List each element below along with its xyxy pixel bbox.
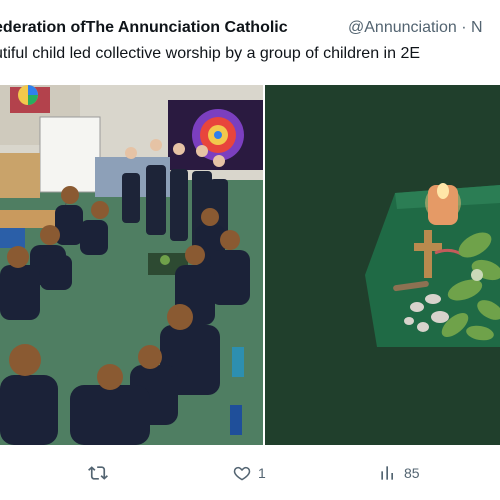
like-count: 1 xyxy=(258,465,266,481)
views-icon xyxy=(381,466,393,480)
author-handle[interactable]: @Annunciation · N xyxy=(348,16,483,40)
author-name[interactable]: ederation ofThe Annunciation Catholic xyxy=(0,16,288,40)
tweet-text: utiful child led collective worship by a… xyxy=(0,42,500,66)
retweet-button[interactable] xyxy=(88,462,114,484)
views-count: 85 xyxy=(404,465,420,481)
photo-prayer-table[interactable] xyxy=(265,85,500,445)
tweet-date[interactable]: N xyxy=(471,19,483,36)
prayer-table-photo-drawing xyxy=(265,85,500,445)
classroom-photo-drawing xyxy=(0,85,263,445)
retweet-icon xyxy=(88,466,108,480)
handle-text[interactable]: @Annunciation xyxy=(348,19,457,36)
photo-classroom-worship[interactable] xyxy=(0,85,263,445)
tweet-action-bar: 1 85 xyxy=(0,458,500,488)
heart-icon xyxy=(233,466,251,481)
separator-dot: · xyxy=(461,19,467,36)
views-button[interactable]: 85 xyxy=(378,462,420,484)
like-button[interactable]: 1 xyxy=(232,462,266,484)
tweet-text-content: utiful child led collective worship by a… xyxy=(0,45,421,62)
tweet-header: ederation ofThe Annunciation Catholic @A… xyxy=(0,16,500,40)
